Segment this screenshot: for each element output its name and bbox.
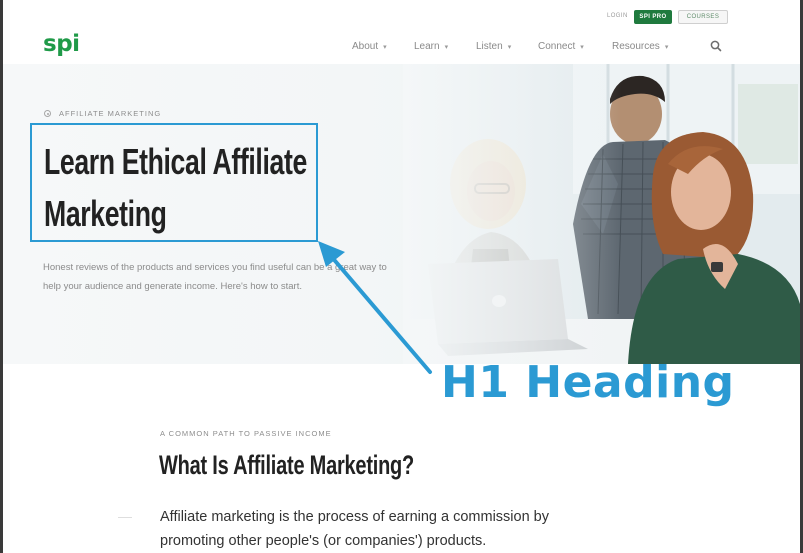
- spi-logo[interactable]: spi: [43, 31, 80, 57]
- chevron-down-icon: ▾: [580, 44, 584, 51]
- hero-subtitle: Honest reviews of the products and servi…: [43, 262, 387, 292]
- nav-item-label: Listen: [476, 41, 503, 52]
- hero-eyebrow-label: AFFILIATE MARKETING: [59, 109, 162, 118]
- article-eyebrow: A COMMON PATH TO PASSIVE INCOME: [160, 429, 332, 438]
- article-paragraph: Affiliate marketing is the process of ea…: [160, 509, 549, 549]
- chevron-down-icon: ▾: [664, 44, 669, 51]
- login-link[interactable]: LOGIN: [607, 13, 628, 19]
- divider: [118, 517, 132, 518]
- courses-button[interactable]: COURSES: [678, 10, 728, 24]
- article-heading: What Is Affiliate Marketing?: [159, 450, 415, 480]
- hero-photo-team-laptop: [403, 64, 800, 364]
- nav-item-label: About: [352, 41, 379, 52]
- target-icon: [44, 110, 51, 117]
- site-header: spi LOGIN SPI PRO COURSES About ▾ Learn ▾ …: [3, 0, 800, 64]
- nav-item-label: Learn: [414, 41, 440, 52]
- hero-section: AFFILIATE MARKETING Learn Ethical Affili…: [3, 64, 800, 364]
- h1-highlight-box: [30, 123, 318, 242]
- nav-item-learn[interactable]: Learn ▾: [414, 41, 448, 52]
- annotation-label: H1 Heading: [441, 357, 735, 408]
- spi-pro-button[interactable]: SPI PRO: [634, 10, 672, 24]
- nav-item-label: Connect: [538, 41, 576, 52]
- chevron-down-icon: ▾: [507, 44, 512, 51]
- nav-item-listen[interactable]: Listen ▾: [476, 41, 511, 52]
- nav-item-about[interactable]: About ▾: [352, 41, 387, 52]
- hero-eyebrow: AFFILIATE MARKETING: [44, 109, 161, 118]
- nav-item-connect[interactable]: Connect ▾: [538, 41, 584, 52]
- chevron-down-icon: ▾: [444, 44, 449, 51]
- search-icon[interactable]: [709, 39, 723, 53]
- nav-item-label: Resources: [612, 41, 660, 52]
- nav-item-resources[interactable]: Resources ▾: [612, 41, 668, 52]
- chevron-down-icon: ▾: [383, 44, 387, 51]
